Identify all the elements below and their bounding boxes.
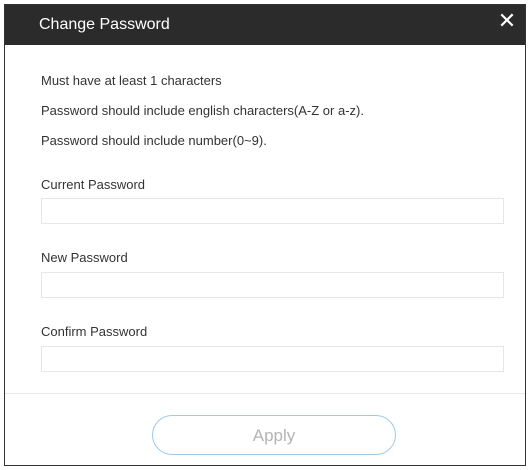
close-icon[interactable]: ✕ (495, 7, 519, 35)
password-rule-number: Password should include number(0~9). (41, 133, 267, 148)
current-password-label: Current Password (41, 177, 146, 192)
new-password-input[interactable] (41, 272, 504, 298)
password-rule-letters: Password should include english characte… (41, 103, 364, 118)
current-password-input[interactable] (41, 198, 504, 224)
change-password-dialog: Change Password ✕ Must have at least 1 c… (4, 4, 526, 466)
footer-divider (5, 393, 525, 394)
dialog-title: Change Password (39, 16, 170, 33)
password-rule-length: Must have at least 1 characters (41, 73, 222, 88)
confirm-password-input[interactable] (41, 346, 504, 372)
confirm-password-label: Confirm Password (41, 324, 148, 339)
new-password-label: New Password (41, 250, 128, 265)
dialog-titlebar: Change Password ✕ (5, 5, 525, 45)
apply-button[interactable]: Apply (152, 415, 396, 455)
